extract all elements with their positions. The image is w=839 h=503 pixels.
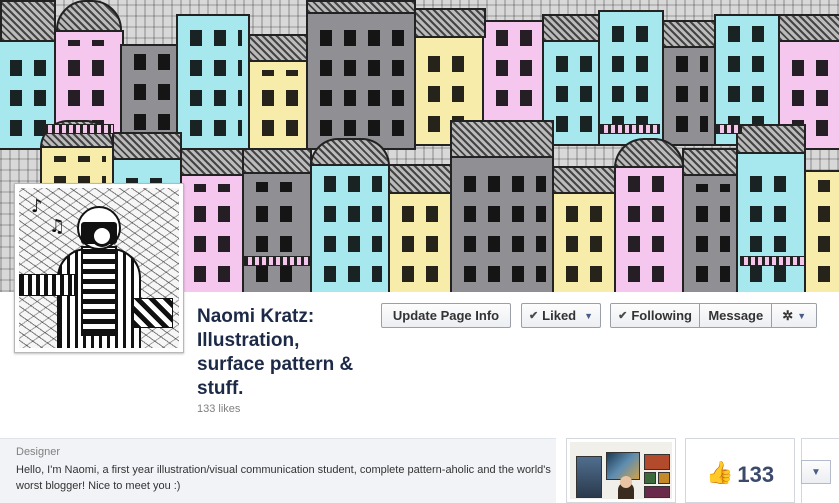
about-box[interactable]: Designer Hello, I'm Naomi, a first year … — [0, 438, 556, 503]
cover-building — [306, 10, 416, 150]
cover-roof — [242, 148, 312, 174]
liked-button[interactable]: ✔ Liked ▼ — [521, 303, 601, 328]
following-button[interactable]: ✔ Following — [611, 304, 701, 327]
cover-building — [242, 172, 312, 292]
profile-picture[interactable]: ♪ ♫ — [14, 183, 184, 353]
gear-icon: ✲ — [782, 307, 794, 323]
photo-frame — [658, 472, 670, 484]
cover-roof — [112, 132, 182, 160]
cover-roof — [0, 0, 56, 42]
check-icon: ✔ — [618, 310, 628, 322]
cover-roof — [542, 14, 600, 42]
cover-awning — [244, 256, 310, 266]
pattern-triangle — [133, 298, 173, 328]
chevron-down-icon: ▼ — [584, 310, 594, 321]
about-description: Hello, I'm Naomi, a first year illustrat… — [16, 464, 551, 492]
chevron-down-icon: ▼ — [811, 466, 821, 478]
cover-roof — [180, 148, 244, 176]
cover-awning — [716, 124, 742, 134]
cover-awning — [44, 124, 114, 134]
settings-menu-button[interactable]: ✲ ▼ — [772, 304, 816, 327]
likes-count-label[interactable]: 133 likes — [197, 403, 240, 415]
expand-tiles-button[interactable]: ▼ — [801, 460, 831, 484]
cover-building — [682, 174, 738, 292]
likes-tile[interactable]: 👍 133 — [685, 438, 795, 503]
cover-building — [180, 174, 244, 292]
person-head — [620, 476, 632, 488]
page-title[interactable]: Naomi Kratz: Illustration, surface patte… — [197, 305, 372, 401]
camera-icon — [81, 222, 117, 247]
cover-roof — [552, 166, 616, 194]
photo-frame — [644, 454, 670, 470]
music-note-icon: ♪ — [31, 196, 43, 217]
cover-awning — [600, 124, 660, 134]
photo-frame — [644, 472, 656, 484]
likes-total: 133 — [737, 462, 775, 487]
music-note-icon: ♫ — [49, 216, 66, 237]
photo-thumbnail — [570, 442, 672, 499]
update-page-info-button[interactable]: Update Page Info — [381, 303, 511, 328]
cover-building — [310, 164, 390, 292]
cover-roof — [306, 0, 416, 14]
cover-roof — [310, 138, 390, 166]
cover-building — [120, 44, 178, 144]
liked-label: Liked — [542, 308, 577, 323]
message-label: Message — [708, 308, 764, 323]
cover-roof — [414, 8, 486, 38]
cover-building — [248, 60, 308, 150]
cover-building — [388, 192, 452, 292]
piano-keys — [19, 274, 75, 296]
message-button[interactable]: Message — [700, 304, 773, 327]
page-category: Designer — [16, 446, 61, 458]
cover-building — [662, 46, 716, 146]
cover-building — [736, 152, 806, 292]
cover-building — [804, 170, 839, 292]
photo-frame — [644, 486, 670, 498]
check-icon: ✔ — [528, 310, 539, 322]
cover-building — [450, 156, 554, 292]
cover-roof — [56, 0, 122, 32]
cover-building — [552, 192, 616, 292]
cover-roof — [388, 164, 452, 194]
page-actions-group: ✔ Following Message ✲ ▼ — [610, 303, 817, 328]
cover-building — [614, 166, 684, 292]
cover-roof — [248, 34, 308, 62]
cover-roof — [450, 120, 554, 160]
cover-awning — [740, 256, 806, 266]
figure-scarf — [81, 246, 117, 336]
thumbs-up-icon: 👍 — [705, 461, 734, 486]
update-page-info-label: Update Page Info — [392, 308, 500, 323]
cover-building — [176, 14, 250, 150]
cover-roof — [662, 20, 716, 48]
cover-roof — [736, 124, 806, 154]
photos-tile[interactable] — [566, 438, 676, 503]
profile-illustration: ♪ ♫ — [19, 188, 179, 348]
cover-roof — [682, 148, 738, 176]
cover-roof — [778, 14, 839, 42]
photo-frame — [576, 456, 602, 498]
following-label: Following — [631, 308, 692, 323]
chevron-down-icon: ▼ — [797, 310, 807, 321]
